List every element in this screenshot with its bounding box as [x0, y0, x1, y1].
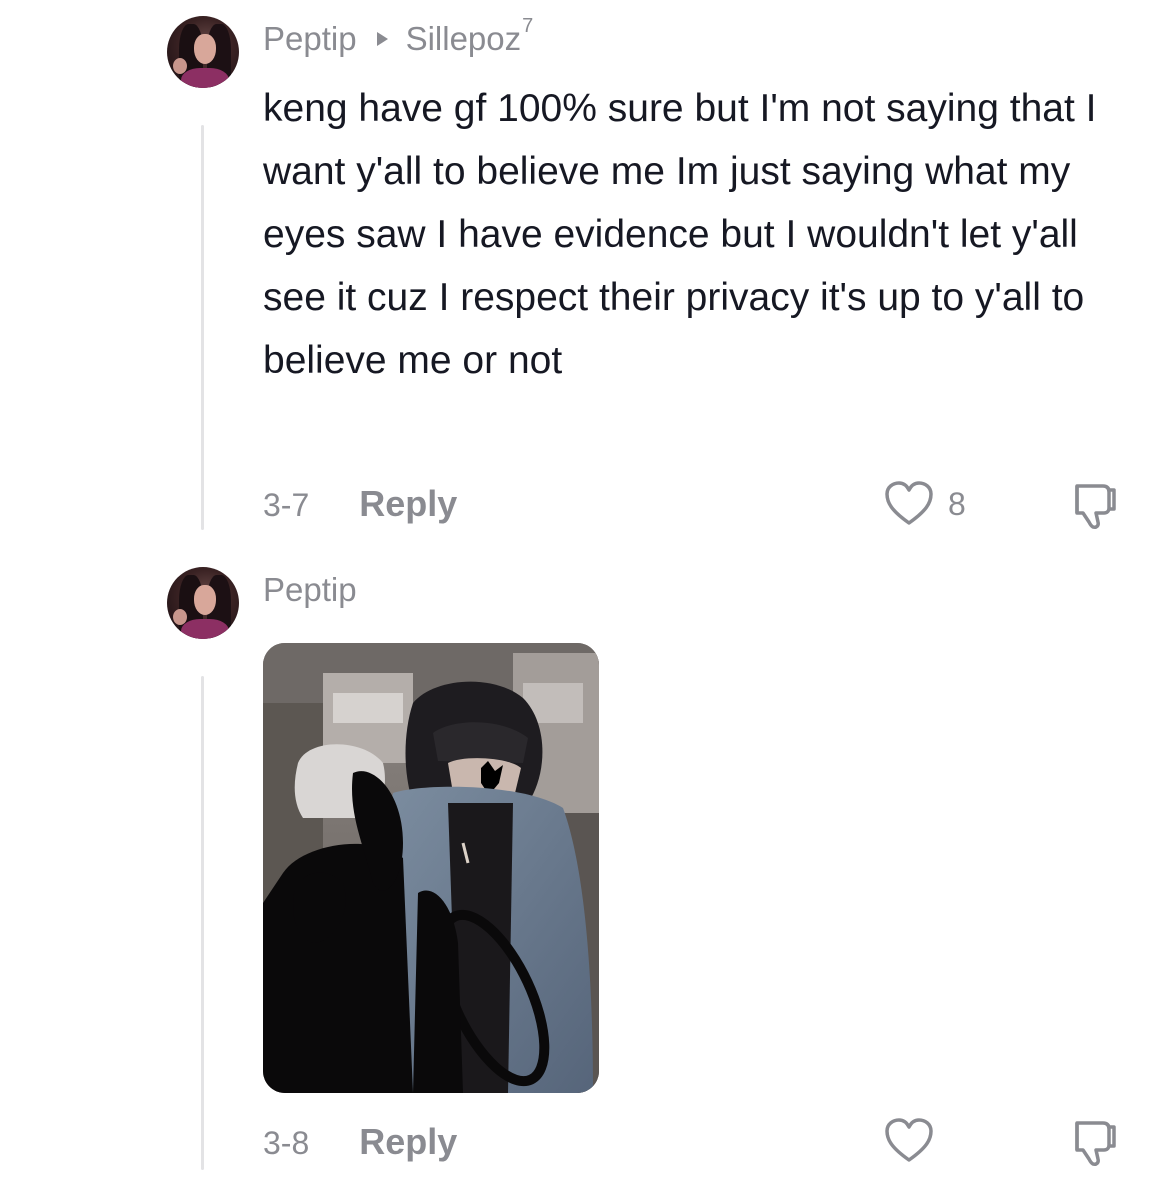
photo-image	[263, 643, 599, 1093]
author-name[interactable]: Peptip	[263, 571, 357, 609]
comment-meta: 3-7 Reply	[263, 483, 457, 525]
thread-line	[201, 125, 204, 530]
comment-text: keng have gf 100% sure but I'm not sayin…	[263, 87, 1097, 382]
reply-button[interactable]: Reply	[359, 483, 457, 525]
avatar[interactable]	[167, 567, 239, 639]
comment-meta: 3-8 Reply	[263, 1121, 457, 1163]
dislike-button[interactable]	[1063, 482, 1117, 535]
reply-button[interactable]: Reply	[359, 1121, 457, 1163]
comment-date: 3-8	[263, 1125, 310, 1161]
reply-to-name[interactable]: Sillepoz7	[406, 15, 534, 58]
comment-header: Peptip	[263, 571, 357, 609]
thumbs-down-outline-icon	[1075, 1121, 1116, 1166]
comment-photo[interactable]	[263, 643, 599, 1093]
thumbs-down-outline-icon	[1075, 484, 1116, 529]
dislike-button[interactable]	[1063, 1119, 1117, 1172]
author-name[interactable]: Peptip	[263, 20, 357, 58]
like-button[interactable]	[884, 1118, 934, 1164]
like-count: 8	[948, 485, 966, 522]
heart-outline-icon	[885, 481, 933, 525]
comment-date: 3-7	[263, 487, 310, 523]
triangle-right-icon	[376, 32, 388, 46]
heart-outline-icon	[885, 1118, 933, 1162]
like-button[interactable]: 8	[884, 481, 966, 527]
avatar[interactable]	[167, 16, 239, 88]
thread-line	[201, 676, 204, 1170]
comment-header: Peptip Sillepoz7	[263, 15, 534, 58]
